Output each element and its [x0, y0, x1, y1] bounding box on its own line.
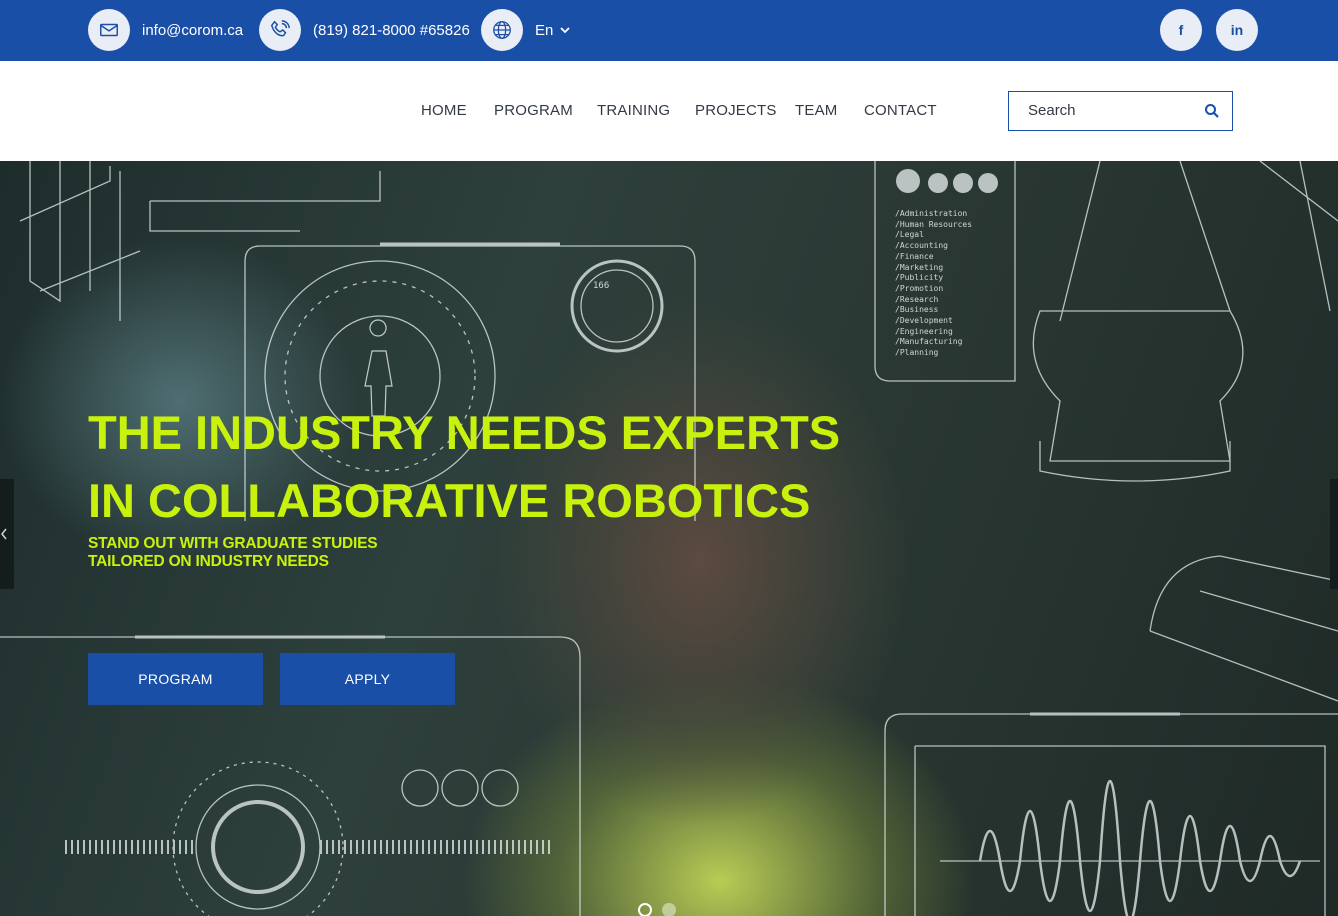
envelope-icon [88, 9, 130, 51]
email-text[interactable]: info@corom.ca [142, 22, 243, 39]
phone-contact[interactable]: (819) 821-8000 #65826 [259, 9, 470, 51]
nav-projects[interactable]: PROJECTS [695, 102, 777, 119]
phone-icon [259, 9, 301, 51]
linkedin-button[interactable]: in [1216, 9, 1258, 51]
hud-department-list: /Administration /Human Resources /Legal … [895, 209, 972, 359]
language-selector[interactable]: En [481, 9, 571, 51]
main-navigation: HOME PROGRAM TRAINING PROJECTS TEAM CONT… [0, 61, 1338, 161]
hero-subline-line1: STAND OUT WITH GRADUATE STUDIES [88, 535, 378, 552]
hud-list-item: /Research [895, 294, 939, 304]
hud-list-item: /Legal [895, 230, 924, 240]
hud-list-item: /Manufacturing [895, 337, 963, 347]
slider-dot[interactable] [662, 903, 676, 916]
facebook-button[interactable]: f [1160, 9, 1202, 51]
facebook-icon: f [1178, 22, 1184, 38]
nav-training[interactable]: TRAINING [597, 102, 670, 119]
hud-list-item: /Business [895, 305, 939, 315]
chevron-left-icon [1, 528, 7, 540]
hud-list-item: /Engineering [895, 326, 953, 336]
hero-subline-line2: TAILORED ON INDUSTRY NEEDS [88, 553, 329, 570]
nav-home[interactable]: HOME [421, 102, 467, 119]
top-contact-bar: info@corom.ca (819) 821-8000 #65826 En f… [0, 0, 1338, 61]
nav-program[interactable]: PROGRAM [494, 102, 573, 119]
phone-text[interactable]: (819) 821-8000 #65826 [313, 22, 470, 39]
hud-list-item: /Planning [895, 348, 939, 358]
language-label[interactable]: En [535, 22, 553, 39]
slider-dot-active[interactable] [638, 903, 652, 916]
hud-gauge-value: 166 [593, 281, 610, 291]
hero-headline-line1: THE INDUSTRY NEEDS EXPERTS [88, 406, 841, 459]
apply-button[interactable]: APPLY [280, 653, 455, 705]
email-contact[interactable]: info@corom.ca [88, 9, 243, 51]
chevron-down-icon[interactable] [559, 22, 571, 39]
hud-list-item: /Accounting [895, 241, 948, 251]
hud-list-item: /Administration [895, 209, 968, 218]
hud-list-item: /Development [895, 316, 953, 326]
hero-headline-line2: IN COLLABORATIVE ROBOTICS [88, 474, 811, 527]
nav-team[interactable]: TEAM [795, 102, 837, 119]
program-button[interactable]: PROGRAM [88, 653, 263, 705]
nav-contact[interactable]: CONTACT [864, 102, 937, 119]
search-input[interactable] [1009, 92, 1199, 129]
hero-slider: /Administration /Human Resources /Legal … [0, 161, 1338, 916]
hud-list-item: /Publicity [895, 273, 944, 283]
slider-next-button[interactable] [1330, 479, 1338, 589]
linkedin-icon: in [1230, 22, 1244, 38]
hud-list-item: /Promotion [895, 283, 944, 293]
globe-icon [481, 9, 523, 51]
slider-prev-button[interactable] [0, 479, 14, 589]
magnifier-icon[interactable] [1204, 103, 1220, 119]
hud-list-item: /Marketing [895, 262, 944, 272]
hud-list-item: /Finance [895, 251, 934, 261]
search-box [1008, 91, 1233, 131]
hud-list-item: /Human Resources [895, 219, 973, 229]
